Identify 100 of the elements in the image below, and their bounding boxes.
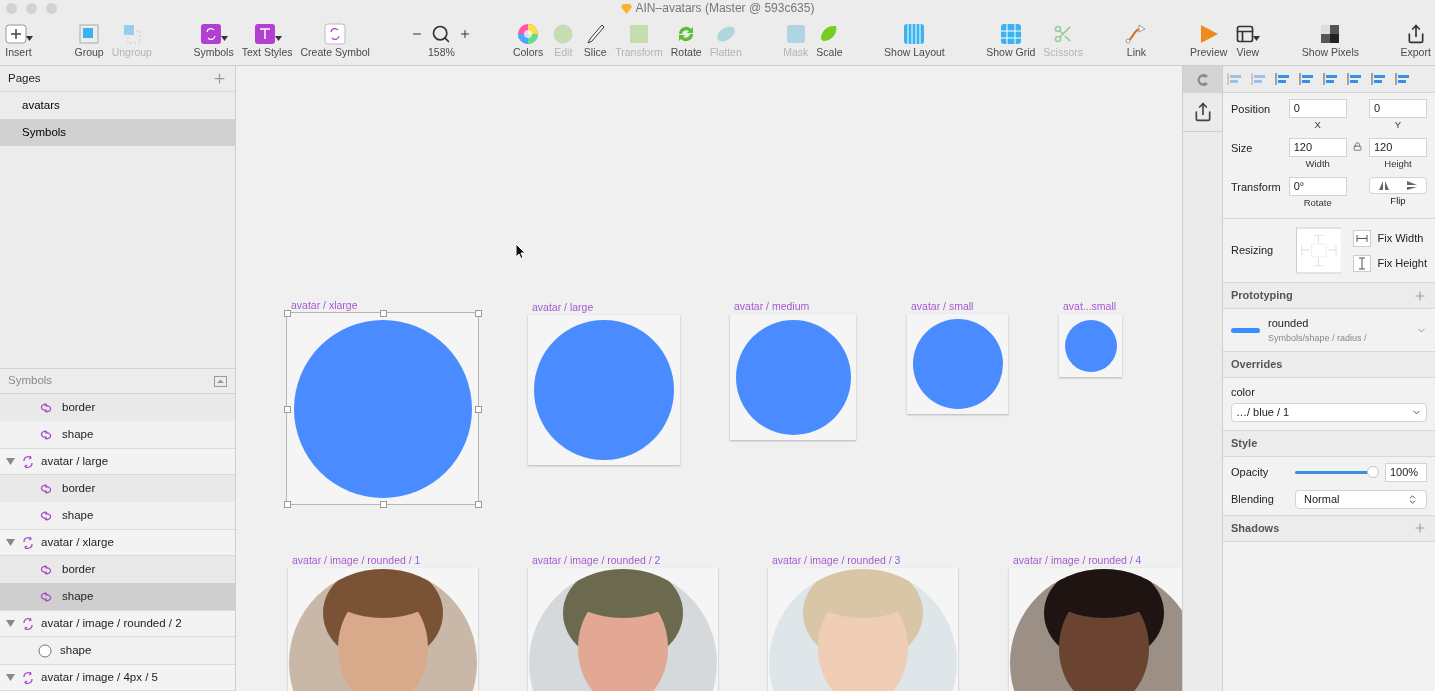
option-label: Fix Width	[1377, 230, 1424, 246]
group-icon	[77, 23, 102, 46]
add-icon[interactable]	[1413, 521, 1427, 535]
add-page-icon[interactable]	[212, 70, 227, 86]
field-caption: Flip	[1390, 194, 1406, 208]
symbol-master-icon	[21, 535, 35, 550]
toolbar-button[interactable]: Rotate	[670, 23, 702, 61]
resize-handle[interactable]	[379, 310, 387, 317]
edit-shape-icon	[551, 23, 576, 46]
toolbar-button[interactable]: Show Pixels	[1301, 23, 1359, 61]
toolbar-button[interactable]: Link	[1124, 23, 1149, 61]
plus-square-icon	[4, 23, 28, 46]
symbol-master-icon	[21, 454, 35, 469]
rotate-field[interactable]: 0°	[1288, 177, 1347, 196]
window-title: AIN–avatars (Master @ 593c635)	[635, 0, 815, 17]
align-center-icon[interactable]	[1299, 72, 1316, 86]
override-select[interactable]: …/ blue / 1	[1231, 402, 1427, 422]
toolbar-button[interactable]: Colors	[512, 23, 544, 61]
symbol-master-row[interactable]: avatar / xlarge	[0, 529, 235, 556]
artboard-title[interactable]: avatar / xlarge	[287, 299, 478, 313]
page-item[interactable]: Symbols	[0, 118, 235, 146]
toolbar-button[interactable]: Group	[74, 23, 104, 61]
layer-row[interactable]: shape	[0, 637, 235, 664]
section-title: Style	[1231, 435, 1258, 451]
width-field[interactable]: 120	[1288, 138, 1347, 157]
prototype-name: rounded	[1268, 316, 1310, 331]
fix-width-icon[interactable]	[1353, 229, 1372, 247]
artboard-title[interactable]: avatar / image / rounded / 2	[528, 554, 718, 568]
toolbar-button[interactable]: Scale	[816, 23, 843, 61]
resize-handle[interactable]	[284, 405, 291, 413]
layer-row[interactable]: shape	[0, 583, 235, 610]
slider-thumb[interactable]	[1367, 466, 1379, 478]
y-field[interactable]: 0	[1369, 99, 1427, 118]
resize-handle[interactable]	[284, 310, 291, 317]
layer-row[interactable]: shape	[0, 421, 235, 448]
resize-handle[interactable]	[475, 501, 482, 508]
resize-handle[interactable]	[475, 310, 482, 317]
collapse-icon[interactable]	[214, 375, 227, 387]
align-middle-icon[interactable]	[1371, 72, 1388, 86]
disclosure-triangle-icon[interactable]	[6, 538, 15, 547]
height-field[interactable]: 120	[1369, 138, 1427, 157]
resize-handle[interactable]	[475, 405, 482, 413]
search-icon[interactable]	[431, 24, 452, 45]
symbol-master-row[interactable]: avatar / large	[0, 448, 235, 475]
toolbar-button[interactable]: Show Grid	[986, 23, 1036, 61]
layer-name: avatar / image / rounded / 2	[41, 615, 182, 631]
resize-handle[interactable]	[284, 501, 291, 508]
flip-vertical-icon[interactable]	[1407, 181, 1417, 190]
toolbar-button[interactable]: Create Symbol	[300, 23, 370, 61]
toolbar-button[interactable]: View	[1235, 23, 1261, 61]
blending-select[interactable]: Normal	[1295, 489, 1427, 509]
symbol-master-row[interactable]: avatar / image / rounded / 2	[0, 610, 235, 637]
layer-name: avatar / large	[41, 453, 109, 469]
columns-icon	[902, 23, 927, 46]
resize-handle[interactable]	[379, 501, 387, 508]
field-label: Transform	[1231, 180, 1282, 195]
lock-icon[interactable]	[1353, 142, 1363, 151]
toolbar-button[interactable]: Insert	[4, 23, 33, 61]
disclosure-triangle-icon[interactable]	[6, 619, 15, 628]
x-field[interactable]: 0	[1288, 99, 1347, 118]
toolbar-button[interactable]: Symbols	[193, 23, 234, 61]
disclosure-triangle-icon[interactable]	[6, 457, 15, 466]
artboard-title[interactable]: avatar / image / rounded / 3	[768, 554, 958, 568]
align-bottom-icon[interactable]	[1395, 72, 1412, 86]
field-label: Position	[1231, 102, 1272, 117]
zoom-in-icon[interactable]	[459, 28, 472, 41]
layout-icon	[1235, 24, 1256, 45]
field-caption: Width	[1305, 157, 1330, 171]
artboard-title[interactable]: avatar / large	[528, 301, 680, 315]
option-label: Fix Height	[1377, 255, 1427, 271]
align-left-icon[interactable]	[1275, 72, 1292, 86]
add-icon[interactable]	[1413, 288, 1427, 303]
fix-height-icon[interactable]	[1353, 254, 1372, 272]
artboard-title[interactable]: avatar / image / rounded / 1	[288, 554, 478, 568]
toolbar-button[interactable]: Preview	[1189, 23, 1228, 61]
toolbar-button[interactable]: Slice	[583, 23, 608, 61]
symbol-instance-icon	[38, 563, 54, 576]
color-swatch	[1231, 327, 1260, 333]
artboard-title[interactable]: avat...small	[1059, 300, 1122, 314]
flip-control[interactable]	[1369, 177, 1427, 194]
disclosure-triangle-icon[interactable]	[6, 673, 15, 682]
align-right-icon[interactable]	[1323, 72, 1340, 86]
artboard[interactable]	[1059, 314, 1122, 377]
resizing-control[interactable]	[1295, 227, 1342, 274]
symbol-master-row[interactable]: avatar / image / 4px / 5	[0, 664, 235, 691]
flip-horizontal-icon[interactable]	[1379, 181, 1389, 190]
toolbar-button[interactable]: Text Styles	[241, 23, 293, 61]
align-top-icon[interactable]	[1347, 72, 1364, 86]
align-left-icon[interactable]	[1227, 72, 1244, 86]
opacity-field[interactable]: 100%	[1385, 462, 1427, 482]
distribute-icon[interactable]	[1251, 72, 1268, 86]
artboard-title[interactable]: avatar / image / rounded / 4	[1009, 554, 1182, 568]
artboard-title[interactable]: avatar / medium	[730, 300, 856, 314]
prototype-path: Symbols/shape / radius /	[1268, 331, 1368, 345]
toolbar-button[interactable]: Show Layout	[884, 23, 945, 61]
toolbar-button[interactable]: Export	[1400, 23, 1431, 61]
layer-row[interactable]: shape	[0, 502, 235, 529]
symbol-instance-icon	[38, 509, 54, 522]
cursor-icon	[515, 243, 526, 259]
artboard-title[interactable]: avatar / small	[907, 300, 1008, 314]
